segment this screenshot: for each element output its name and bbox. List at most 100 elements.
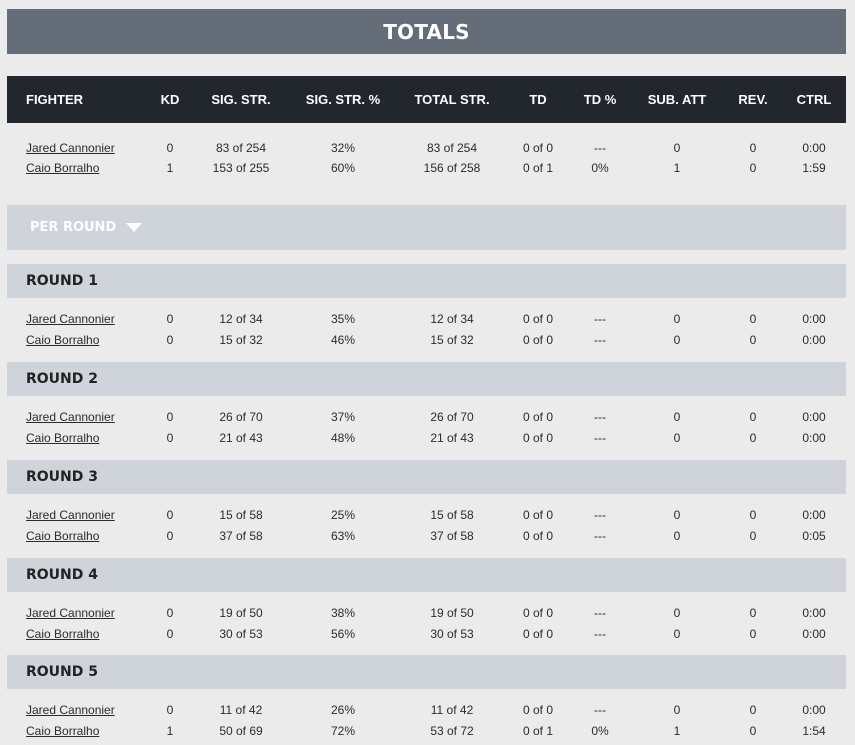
cell-td-pct: --- xyxy=(594,333,606,347)
per-round-label: PER ROUND xyxy=(30,220,117,235)
table-row: Jared Cannonier 0 12 of 34 35% 12 of 34 0 of … xyxy=(7,309,846,329)
per-round-toggle[interactable]: PER ROUND xyxy=(7,205,846,250)
table-row: Caio Borralho 1 153 of 255 60% 156 of 258 0 o… xyxy=(7,158,846,178)
cell-td-pct: --- xyxy=(594,410,606,424)
header-rev: REV. xyxy=(738,92,768,107)
table-row: Jared Cannonier 0 26 of 70 37% 26 of 70 0 of … xyxy=(7,407,846,427)
cell-td: 0 of 0 xyxy=(522,703,554,717)
cell-ctrl: 0:00 xyxy=(802,703,826,717)
cell-rev: 0 xyxy=(749,703,757,717)
cell-sig-str-pct: 48% xyxy=(330,431,356,445)
cell-td: 0 of 0 xyxy=(522,627,554,641)
table-row: Jared Cannonier 0 19 of 50 38% 19 of 50 0 of … xyxy=(7,603,846,623)
round-title: ROUND 1 xyxy=(26,273,99,289)
header-td-pct: TD % xyxy=(583,92,617,107)
cell-sub-att: 0 xyxy=(673,141,681,155)
fighter-link[interactable]: Caio Borralho xyxy=(26,330,99,350)
cell-kd: 1 xyxy=(166,724,174,738)
round-title: ROUND 2 xyxy=(26,371,99,387)
header-sig-str: SIG. STR. xyxy=(211,92,271,107)
cell-sub-att: 0 xyxy=(673,410,681,424)
fighter-link[interactable]: Caio Borralho xyxy=(26,721,99,741)
round-title: ROUND 5 xyxy=(26,664,99,680)
header-fighter: FIGHTER xyxy=(26,92,84,107)
cell-sub-att: 0 xyxy=(673,627,681,641)
cell-total-str: 156 of 258 xyxy=(423,161,481,175)
cell-kd: 0 xyxy=(166,508,174,522)
fighter-link[interactable]: Caio Borralho xyxy=(26,158,99,178)
cell-total-str: 21 of 43 xyxy=(430,431,474,445)
cell-sig-str: 11 of 42 xyxy=(219,703,263,717)
fighter-link[interactable]: Jared Cannonier xyxy=(26,603,115,623)
cell-sig-str-pct: 25% xyxy=(330,508,356,522)
cell-td-pct: --- xyxy=(594,627,606,641)
cell-sig-str: 153 of 255 xyxy=(212,161,270,175)
cell-total-str: 15 of 58 xyxy=(430,508,474,522)
cell-kd: 0 xyxy=(166,627,174,641)
fighter-link[interactable]: Caio Borralho xyxy=(26,428,99,448)
cell-sig-str-pct: 63% xyxy=(330,529,356,543)
fighter-link[interactable]: Jared Cannonier xyxy=(26,407,115,427)
cell-rev: 0 xyxy=(749,141,757,155)
fighter-link[interactable]: Caio Borralho xyxy=(26,624,99,644)
cell-td: 0 of 0 xyxy=(522,333,554,347)
cell-total-str: 11 of 42 xyxy=(430,703,474,717)
cell-sub-att: 1 xyxy=(673,724,681,738)
cell-rev: 0 xyxy=(749,606,757,620)
cell-sig-str-pct: 32% xyxy=(330,141,356,155)
cell-ctrl: 1:59 xyxy=(802,161,826,175)
round-header: ROUND 5 xyxy=(7,655,846,689)
cell-rev: 0 xyxy=(749,161,757,175)
cell-td: 0 of 0 xyxy=(522,529,554,543)
cell-sig-str: 15 of 58 xyxy=(219,508,263,522)
fighter-link[interactable]: Caio Borralho xyxy=(26,526,99,546)
cell-rev: 0 xyxy=(749,508,757,522)
cell-sig-str-pct: 60% xyxy=(330,161,356,175)
totals-title: TOTALS xyxy=(7,9,846,54)
cell-kd: 0 xyxy=(166,410,174,424)
table-row: Caio Borralho 0 21 of 43 48% 21 of 43 0 of 0 -… xyxy=(7,428,846,448)
fighter-link[interactable]: Jared Cannonier xyxy=(26,309,115,329)
cell-td-pct: 0% xyxy=(591,724,609,738)
cell-total-str: 37 of 58 xyxy=(430,529,474,543)
cell-sig-str-pct: 56% xyxy=(330,627,356,641)
table-row: Caio Borralho 1 50 of 69 72% 53 of 72 0 of 1 0… xyxy=(7,721,846,741)
fighter-link[interactable]: Jared Cannonier xyxy=(26,138,115,158)
cell-td: 0 of 1 xyxy=(522,724,554,738)
cell-ctrl: 0:00 xyxy=(802,141,826,155)
fighter-link[interactable]: Jared Cannonier xyxy=(26,700,115,720)
cell-sig-str-pct: 72% xyxy=(330,724,356,738)
cell-ctrl: 0:00 xyxy=(802,312,826,326)
cell-td-pct: 0% xyxy=(591,161,609,175)
cell-kd: 0 xyxy=(166,141,174,155)
cell-sig-str: 21 of 43 xyxy=(219,431,263,445)
fighter-link[interactable]: Jared Cannonier xyxy=(26,505,115,525)
cell-kd: 0 xyxy=(166,431,174,445)
cell-total-str: 12 of 34 xyxy=(430,312,474,326)
cell-sig-str: 19 of 50 xyxy=(219,606,263,620)
cell-total-str: 26 of 70 xyxy=(430,410,474,424)
cell-td: 0 of 0 xyxy=(522,508,554,522)
cell-sub-att: 0 xyxy=(673,333,681,347)
cell-td: 0 of 0 xyxy=(522,606,554,620)
cell-sig-str: 26 of 70 xyxy=(219,410,263,424)
cell-ctrl: 0:00 xyxy=(802,627,826,641)
cell-sub-att: 0 xyxy=(673,529,681,543)
cell-sig-str-pct: 37% xyxy=(330,410,356,424)
header-total-str: TOTAL STR. xyxy=(414,92,490,107)
cell-sub-att: 0 xyxy=(673,508,681,522)
cell-rev: 0 xyxy=(749,724,757,738)
cell-total-str: 15 of 32 xyxy=(430,333,474,347)
cell-sub-att: 0 xyxy=(673,606,681,620)
cell-kd: 0 xyxy=(166,312,174,326)
cell-td: 0 of 0 xyxy=(522,431,554,445)
table-row: Jared Cannonier 0 83 of 254 32% 83 of 254 0 o… xyxy=(7,138,846,158)
table-row: Caio Borralho 0 37 of 58 63% 37 of 58 0 of 0 -… xyxy=(7,526,846,546)
cell-ctrl: 0:00 xyxy=(802,606,826,620)
cell-td-pct: --- xyxy=(594,312,606,326)
round-title: ROUND 3 xyxy=(26,469,99,485)
header-td: TD xyxy=(529,92,547,107)
round-title: ROUND 4 xyxy=(26,567,99,583)
cell-rev: 0 xyxy=(749,333,757,347)
cell-sig-str: 15 of 32 xyxy=(219,333,263,347)
